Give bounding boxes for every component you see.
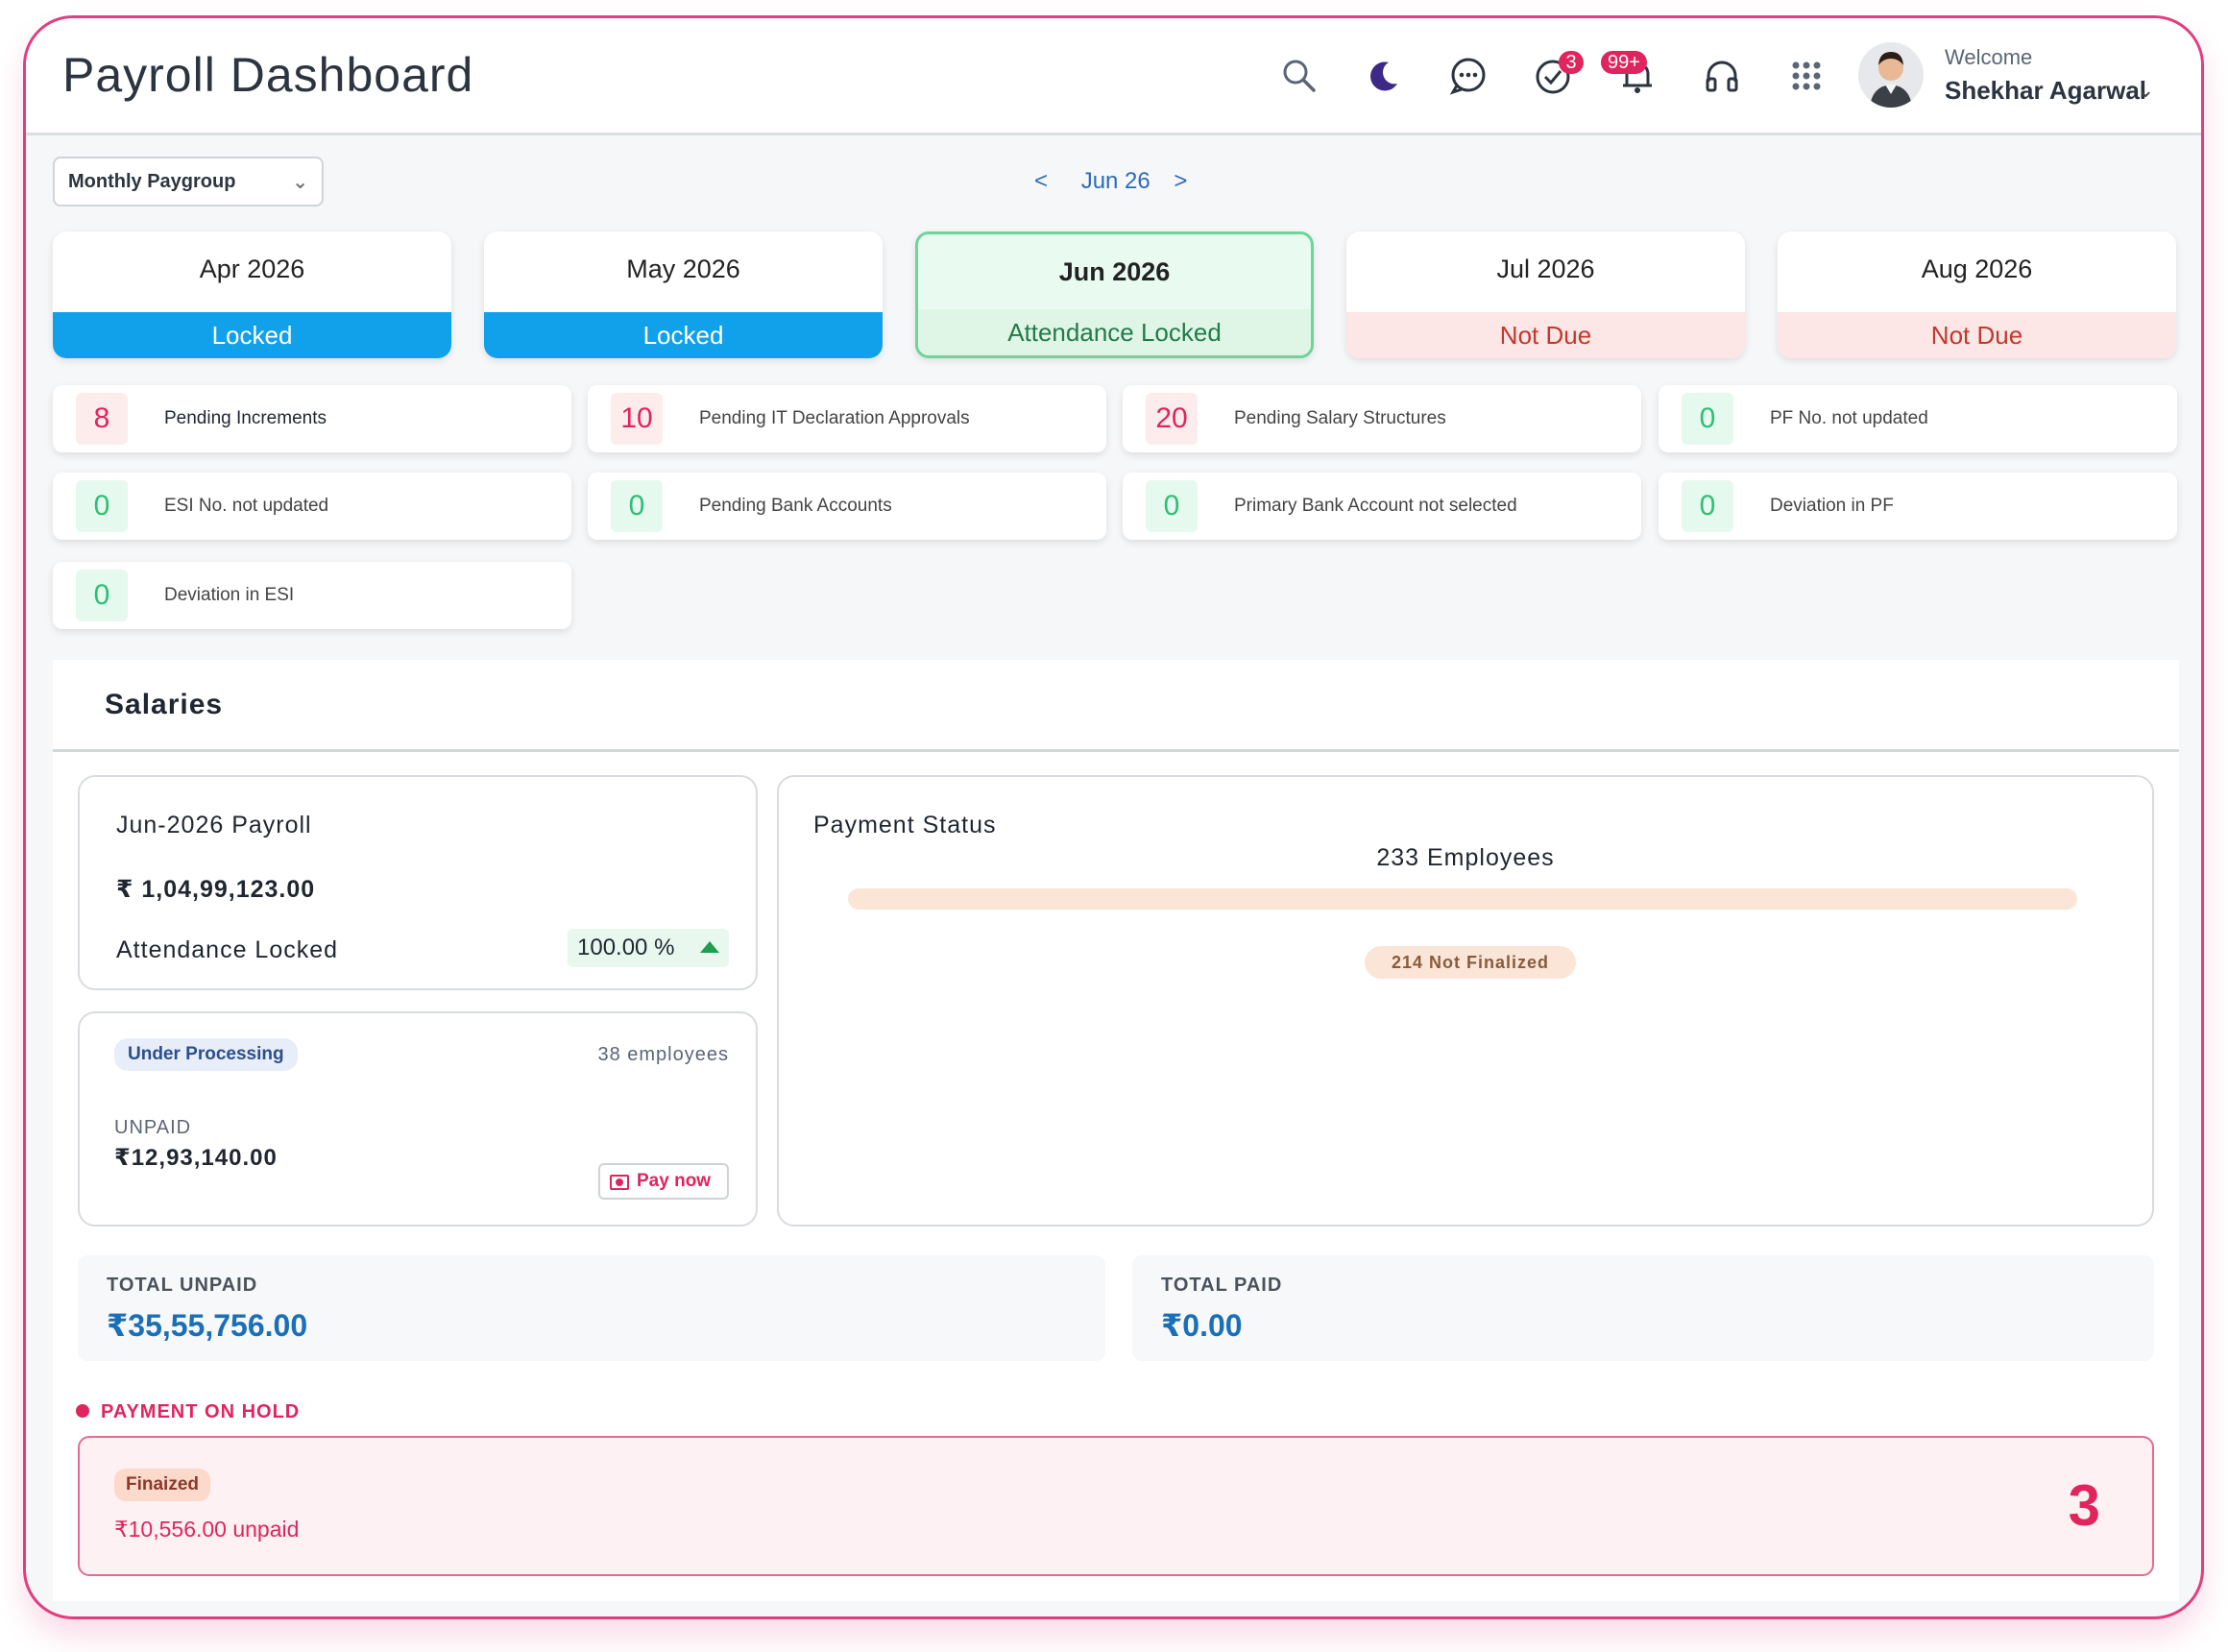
total-paid-value: ₹0.00 [1161,1308,1243,1343]
total-paid-label: TOTAL PAID [1161,1275,1283,1296]
payroll-summary-card: Jun-2026 Payroll ₹ 1,04,99,123.00 Attend… [78,775,758,990]
status-badge: Finaized [114,1469,211,1501]
alert-label: Pending Increments [164,408,327,428]
alert-count: 0 [1682,480,1733,532]
alert-label: Pending Salary Structures [1234,408,1446,428]
total-unpaid-label: TOTAL UNPAID [107,1275,258,1296]
month-name: Apr 2026 [199,255,305,283]
alert-label: PF No. not updated [1770,408,1928,428]
month-status: Attendance Locked [918,309,1311,355]
alert-label: Primary Bank Account not selected [1234,496,1517,516]
month-card-jul-2026[interactable]: Jul 2026 Not Due [1346,231,1745,358]
under-processing-card: Under Processing 38 employees UNPAID ₹12… [78,1011,758,1227]
chat-icon[interactable] [1445,53,1491,99]
payment-on-hold-label: PAYMENT ON HOLD [101,1401,301,1422]
month-card-jun-2026[interactable]: Jun 2026 Attendance Locked [915,231,1314,358]
alert-count: 0 [76,570,128,621]
top-header: Payroll Dashboard 3 99+ Welcome Shekhar … [26,18,2201,135]
status-dot-icon [76,1404,89,1418]
payroll-status: Attendance Locked [116,936,339,963]
avatar[interactable] [1858,42,1924,108]
current-month-label: Jun 26 [1080,168,1150,194]
alert-pending-it-declarations[interactable]: 10 Pending IT Declaration Approvals [588,385,1106,452]
on-hold-amount: ₹10,556.00 unpaid [114,1517,300,1542]
pay-now-button[interactable]: Pay now [598,1163,729,1200]
alert-label: Deviation in ESI [164,585,295,605]
app-window: Payroll Dashboard 3 99+ Welcome Shekhar … [23,15,2204,1619]
alert-deviation-in-pf[interactable]: 0 Deviation in PF [1659,473,2177,540]
month-status: Locked [53,312,451,358]
unpaid-label: UNPAID [114,1117,192,1138]
on-hold-count: 3 [2068,1473,2100,1538]
total-unpaid-value: ₹35,55,756.00 [107,1308,308,1343]
alert-count: 0 [1146,480,1198,532]
month-status: Not Due [1346,312,1745,358]
alert-label: ESI No. not updated [164,496,329,516]
month-navigator: < Jun 26 > [1034,168,1187,195]
month-card-aug-2026[interactable]: Aug 2026 Not Due [1778,231,2176,358]
alert-esi-not-updated[interactable]: 0 ESI No. not updated [53,473,571,540]
salaries-section-header: Salaries [53,660,2179,752]
month-name: Jul 2026 [1496,255,1595,283]
alert-label: Pending IT Declaration Approvals [699,408,970,428]
chevron-down-icon[interactable]: ⌄ [2137,78,2154,103]
alert-pending-salary-structures[interactable]: 20 Pending Salary Structures [1123,385,1641,452]
chevron-down-icon: ⌄ [292,172,308,193]
support-headset-icon[interactable] [1699,53,1745,99]
unpaid-amount: ₹12,93,140.00 [114,1145,278,1171]
not-finalized-badge: 214 Not Finalized [1365,946,1576,979]
notifications-badge: 99+ [1601,51,1647,74]
alert-count: 8 [76,393,128,445]
payroll-title: Jun-2026 Payroll [116,812,312,838]
alert-count: 20 [1146,393,1198,445]
payment-progress-bar [848,888,2077,910]
alert-pending-increments[interactable]: 8 Pending Increments [53,385,571,452]
alert-primary-bank-not-selected[interactable]: 0 Primary Bank Account not selected [1123,473,1641,540]
paygroup-select[interactable]: Monthly Paygroup ⌄ [53,157,324,206]
alert-count: 10 [611,393,663,445]
section-title: Salaries [105,689,224,720]
tasks-badge: 3 [1559,51,1584,74]
alert-label: Pending Bank Accounts [699,496,892,516]
month-status: Not Due [1778,312,2176,358]
attendance-percent: 100.00 % [577,935,675,960]
alert-deviation-in-esi[interactable]: 0 Deviation in ESI [53,562,571,629]
welcome-text: Welcome [1945,45,2033,69]
payment-status-card: Payment Status 233 Employees 214 Not Fin… [777,775,2154,1227]
page-title: Payroll Dashboard [62,48,474,102]
month-name: Aug 2026 [1921,255,2033,283]
prev-month-button[interactable]: < [1034,168,1048,195]
month-name: May 2026 [626,255,740,283]
alert-pf-not-updated[interactable]: 0 PF No. not updated [1659,385,2177,452]
user-name[interactable]: Shekhar Agarwal [1945,76,2146,106]
dark-mode-icon[interactable] [1361,53,1407,99]
payment-status-title: Payment Status [813,812,997,838]
paygroup-selected-label: Monthly Paygroup [68,171,236,192]
payment-on-hold-heading: PAYMENT ON HOLD [76,1401,300,1423]
total-unpaid-card: TOTAL UNPAID ₹35,55,756.00 [78,1255,1105,1361]
month-card-may-2026[interactable]: May 2026 Locked [484,231,883,358]
alert-count: 0 [1682,393,1733,445]
payroll-amount: ₹ 1,04,99,123.00 [116,876,316,903]
alert-pending-bank-accounts[interactable]: 0 Pending Bank Accounts [588,473,1106,540]
payment-on-hold-card[interactable]: Finaized ₹10,556.00 unpaid 3 [78,1436,2154,1576]
search-icon[interactable] [1276,53,1322,99]
month-status: Locked [484,312,883,358]
attendance-percent-pill: 100.00 % [568,929,729,967]
alert-label: Deviation in PF [1770,496,1894,516]
arrow-up-icon [700,941,719,953]
money-icon [610,1175,629,1190]
apps-grid-icon[interactable] [1783,53,1829,99]
status-badge: Under Processing [114,1038,298,1071]
total-paid-card: TOTAL PAID ₹0.00 [1132,1255,2154,1361]
alert-count: 0 [76,480,128,532]
alert-count: 0 [611,480,663,532]
total-employees: 233 Employees [1376,844,1555,871]
employee-count: 38 employees [597,1044,729,1065]
pay-now-label: Pay now [637,1171,712,1191]
month-name: Jun 2026 [1058,257,1171,286]
month-card-apr-2026[interactable]: Apr 2026 Locked [53,231,451,358]
next-month-button[interactable]: > [1174,168,1187,195]
